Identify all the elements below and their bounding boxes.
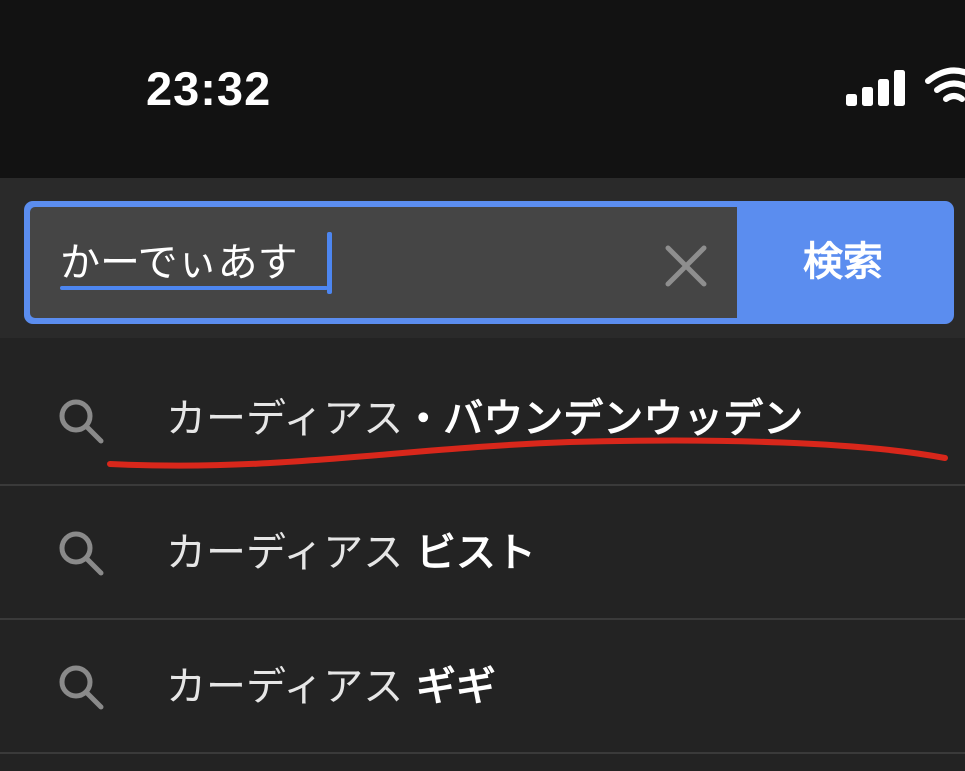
search-button[interactable]: 検索: [738, 207, 948, 318]
cellular-signal-icon: [846, 70, 905, 106]
wifi-icon: [925, 67, 965, 102]
suggestion-item[interactable]: カーディアス・バウンデンウッデン: [0, 338, 965, 484]
search-input-text[interactable]: かーでぃあす: [60, 238, 298, 288]
suggestion-label: カーディアス ギギ: [166, 662, 496, 712]
search-icon: [59, 531, 104, 576]
suggestion-prefix: カーディアス: [166, 664, 404, 710]
ime-composition-underline: [60, 286, 328, 290]
clear-x-icon[interactable]: [662, 242, 710, 290]
suggestion-suffix: ビスト: [415, 530, 536, 576]
suggestion-prefix: カーディアス: [166, 530, 404, 576]
status-bar: 23:32: [0, 0, 965, 178]
suggestion-item[interactable]: カーディアス ギギ: [0, 620, 965, 752]
suggestion-label: カーディアス・バウンデンウッデン: [166, 394, 803, 444]
suggestion-prefix: カーディアス: [166, 396, 404, 442]
suggestion-label: カーディアス ビスト: [166, 528, 536, 578]
status-clock: 23:32: [146, 62, 272, 115]
suggestion-suffix: ・バウンデンウッデン: [403, 396, 804, 442]
search-icon: [59, 399, 104, 444]
suggestion-suffix: ギギ: [415, 664, 496, 710]
list-continuation: [0, 754, 965, 771]
suggestion-item[interactable]: カーディアス ビスト: [0, 486, 965, 618]
text-caret: [327, 232, 332, 294]
search-icon: [59, 665, 104, 710]
